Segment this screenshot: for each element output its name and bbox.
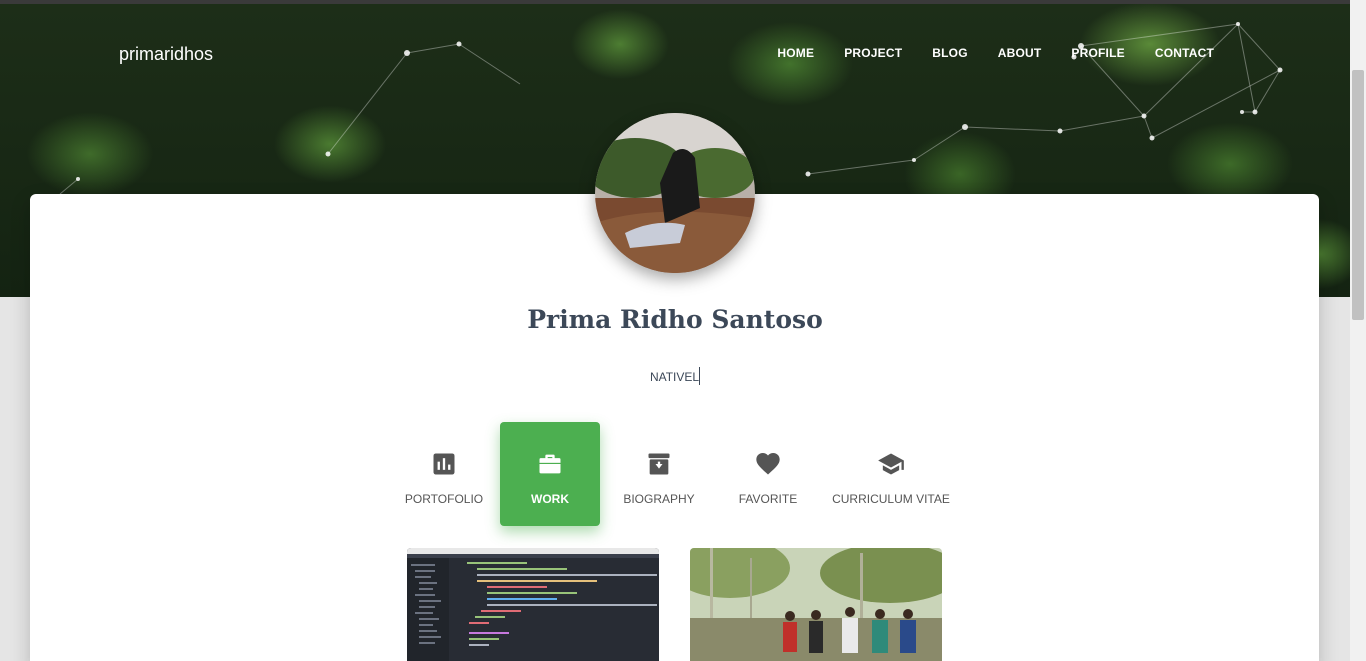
tab-work-label: WORK bbox=[531, 492, 569, 506]
tab-portofolio[interactable]: PORTOFOLIO bbox=[396, 422, 492, 526]
nav-profile[interactable]: PROFILE bbox=[1071, 46, 1124, 60]
bar-chart-icon bbox=[433, 453, 455, 475]
briefcase-icon bbox=[539, 454, 561, 474]
nav-home[interactable]: HOME bbox=[777, 46, 814, 60]
heart-icon bbox=[756, 453, 780, 475]
archive-icon bbox=[648, 453, 670, 475]
tab-portofolio-label: PORTOFOLIO bbox=[404, 492, 484, 506]
nav-contact[interactable]: CONTACT bbox=[1155, 46, 1214, 60]
profile-subtitle: NATIVEL bbox=[0, 367, 1350, 385]
page-scrollbar[interactable] bbox=[1350, 0, 1366, 661]
tab-favorite-label: FAVORITE bbox=[738, 492, 798, 506]
tab-work[interactable]: WORK bbox=[500, 422, 600, 526]
typing-caret bbox=[699, 367, 701, 385]
main-nav: HOME PROJECT BLOG ABOUT PROFILE CONTACT bbox=[777, 46, 1214, 60]
tab-curriculum-vitae-label: CURRICULUM VITAE bbox=[832, 492, 950, 506]
profile-name: Prima Ridho Santoso bbox=[527, 305, 823, 334]
profile-subtitle-text: NATIVEL bbox=[649, 370, 700, 384]
profile-tabs: PORTOFOLIO WORK BIOGRAPHY FAVORITE CURRI… bbox=[396, 422, 951, 526]
brand-logo[interactable]: primaridhos bbox=[119, 44, 213, 65]
nav-about[interactable]: ABOUT bbox=[998, 46, 1042, 60]
tab-curriculum-vitae[interactable]: CURRICULUM VITAE bbox=[831, 422, 951, 526]
nav-blog[interactable]: BLOG bbox=[932, 46, 967, 60]
profile-avatar bbox=[595, 113, 755, 273]
tab-biography-label: BIOGRAPHY bbox=[623, 492, 695, 506]
tab-biography[interactable]: BIOGRAPHY bbox=[611, 422, 707, 526]
scrollbar-thumb[interactable] bbox=[1352, 70, 1364, 320]
graduation-cap-icon bbox=[878, 453, 904, 475]
tab-favorite[interactable]: FAVORITE bbox=[720, 422, 816, 526]
work-thumbnail-team-photo[interactable] bbox=[690, 548, 942, 661]
nav-project[interactable]: PROJECT bbox=[844, 46, 902, 60]
work-thumbnail-code-editor[interactable] bbox=[407, 548, 659, 661]
